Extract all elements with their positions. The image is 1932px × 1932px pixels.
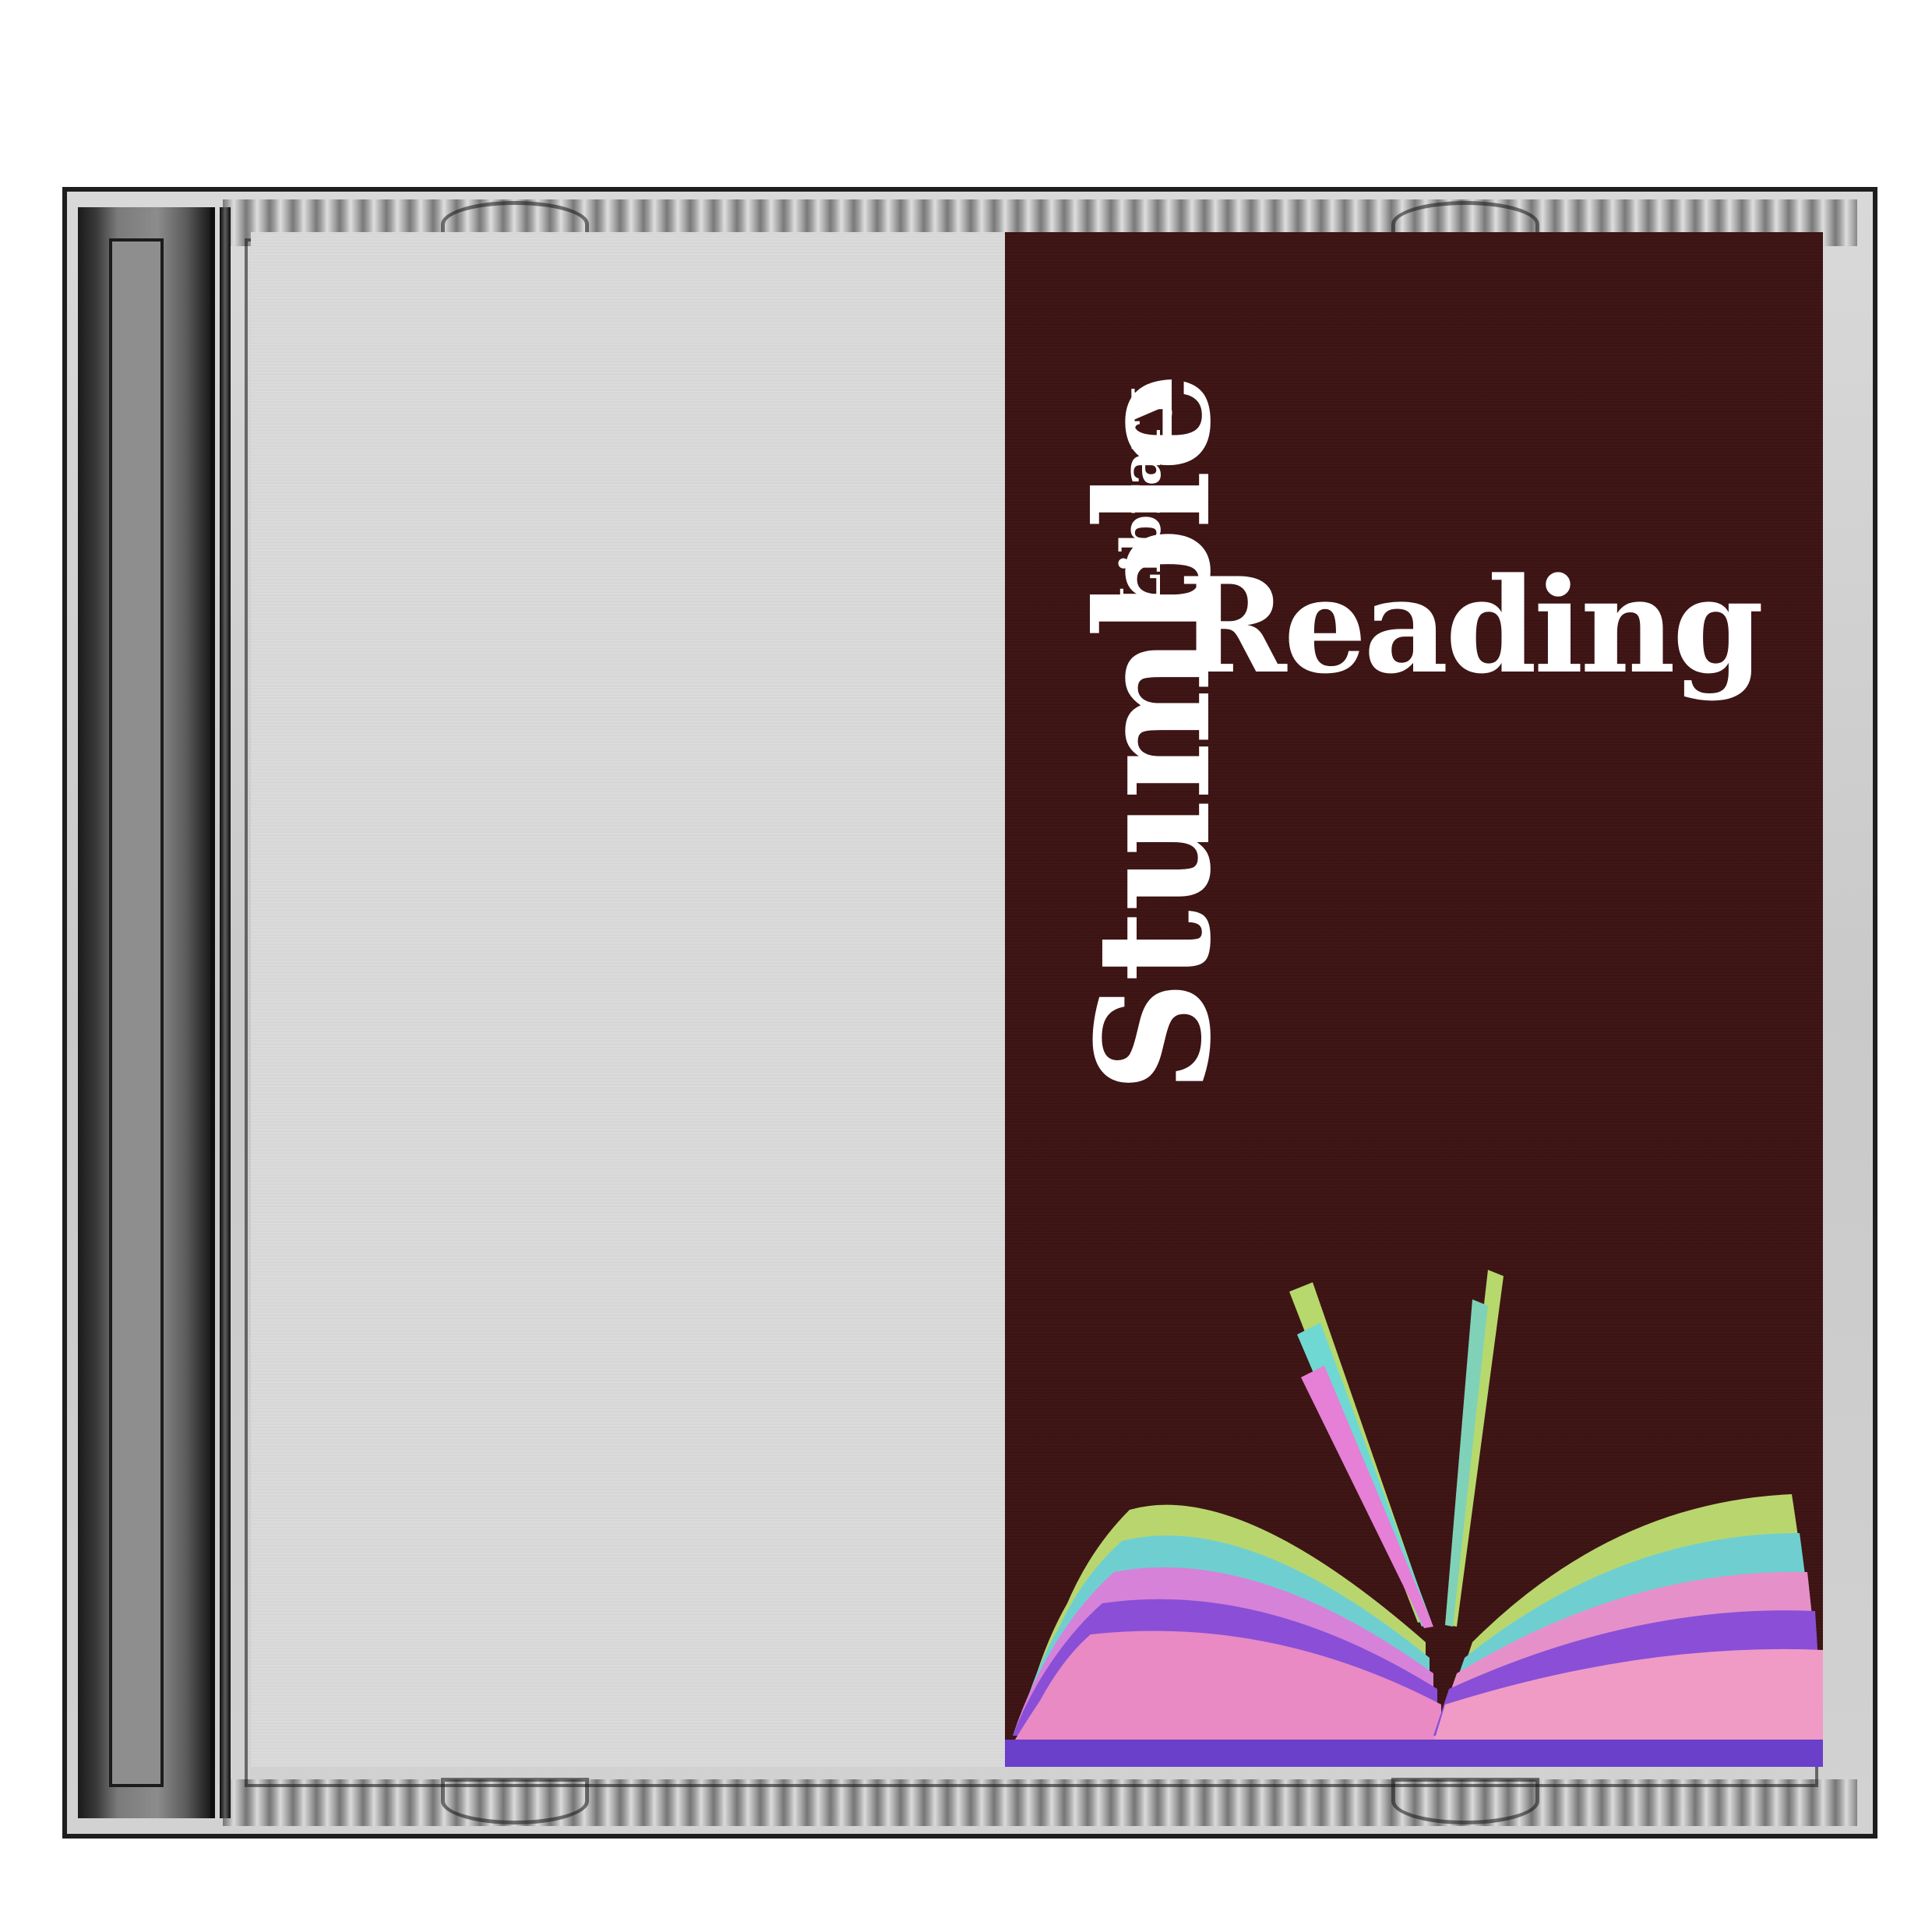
album-cover: Stumble Library Reading [1005,232,1823,1767]
flying-page [1445,1299,1488,1627]
scene: Stumble Library Reading [0,0,1932,1932]
blank-insert-panel [251,232,1005,1767]
hinge-edge [220,207,231,1818]
case-clip [441,1778,589,1824]
case-clip [1391,1778,1539,1824]
case-hinge [78,207,215,1818]
title-text: Reading [1178,548,1764,703]
open-book-icon [1005,1270,1823,1767]
book-base [1005,1740,1823,1767]
subtitle-text: Library [1109,390,1173,612]
hinge-spine [109,238,164,1787]
